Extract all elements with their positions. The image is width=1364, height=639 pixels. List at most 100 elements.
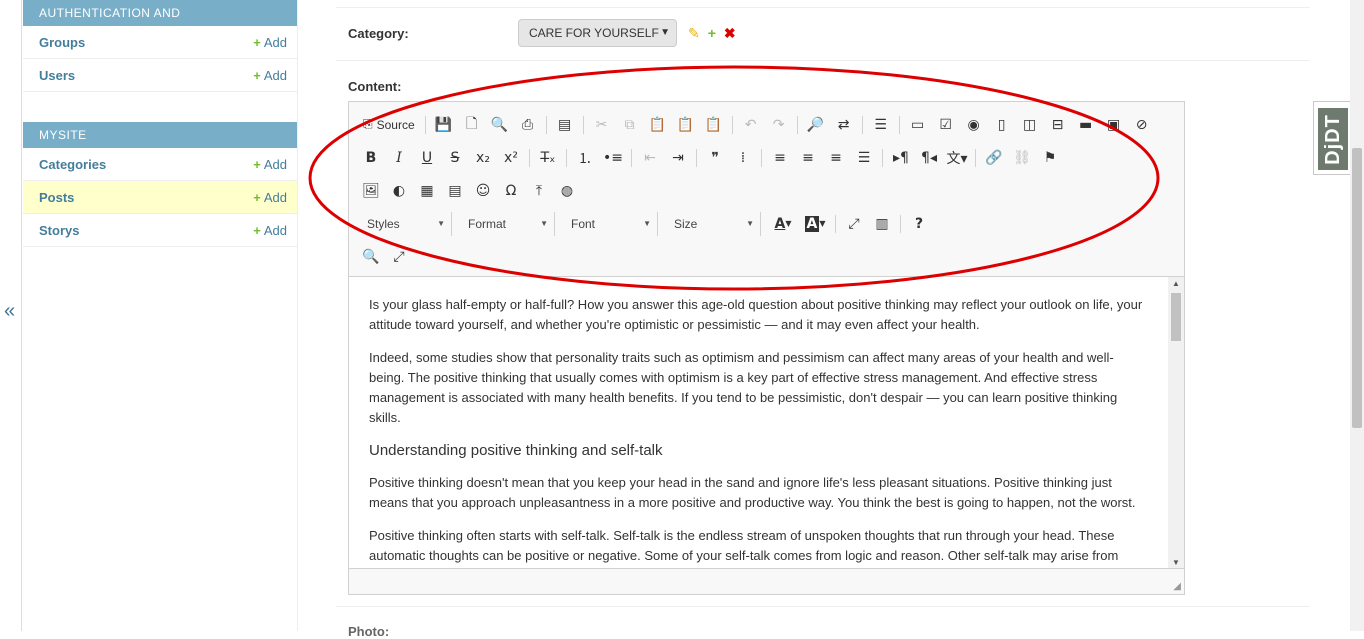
new-page-icon[interactable]: 🗋 [458,113,486,137]
select-all-icon[interactable]: ☰ [867,113,895,137]
find-icon[interactable]: 🔎 [802,113,830,137]
model-link-categories[interactable]: Categories [39,157,106,172]
justify-icon[interactable]: ☰ [850,146,878,170]
select-field-icon[interactable]: ⊟ [1044,113,1072,137]
print-icon[interactable]: ⎙ [514,113,542,137]
bg-color-button[interactable]: A ▼ [799,212,831,236]
flash-icon[interactable]: ◐ [385,179,413,203]
unlink-icon[interactable]: ⛓ [1008,146,1036,170]
add-groups-link[interactable]: + Add [253,35,287,50]
indent-icon[interactable]: ⇥ [664,146,692,170]
pencil-icon[interactable]: ✎ [688,25,700,41]
add-related-icon[interactable]: + [708,25,716,41]
hidden-field-icon[interactable]: ⊘ [1128,113,1156,137]
iframe-globe-icon[interactable]: ◍ [553,179,581,203]
undo-icon[interactable]: ↶ [737,113,765,137]
redo-icon[interactable]: ↷ [765,113,793,137]
text-color-button[interactable]: A ▼ [767,212,799,236]
strike-icon[interactable]: S [441,146,469,170]
sidebar-collapse-toggle[interactable]: « [0,0,22,631]
outdent-icon[interactable]: ⇤ [636,146,664,170]
delete-related-icon[interactable]: ✖ [724,25,736,41]
maximize-icon[interactable]: ⤢ [840,212,868,236]
page-scrollbar[interactable] [1350,0,1364,631]
help-button[interactable]: ? [905,212,933,236]
format-combo[interactable]: Format ▼ [458,211,555,236]
editor-scrollbar[interactable]: ▲ ▼ [1168,277,1184,568]
bold-icon[interactable]: B [357,146,385,170]
scrollbar-thumb[interactable] [1171,293,1181,341]
cut-icon[interactable]: ✂ [588,113,616,137]
model-link-posts[interactable]: Posts [39,190,74,205]
add-users-link[interactable]: + Add [253,68,287,83]
plus-icon: + [253,189,261,205]
paste-word-icon[interactable]: 📋 [700,113,728,137]
superscript-icon[interactable]: x² [497,146,525,170]
model-link-users[interactable]: Users [39,68,75,83]
save-icon[interactable]: 💾 [430,113,458,137]
editor-content[interactable]: Is your glass half-empty or half-full? H… [369,295,1149,568]
page-break-icon[interactable]: ⤒ [525,179,553,203]
app-caption-auth[interactable]: AUTHENTICATION AND AUTHORIZATION [23,0,297,46]
table-icon[interactable]: ▦ [413,179,441,203]
add-storys-link[interactable]: + Add [253,223,287,238]
styles-combo[interactable]: Styles ▼ [357,211,452,236]
remove-format-icon[interactable]: T̶ₓ [534,146,562,170]
add-categories-link[interactable]: + Add [253,157,287,172]
maximize-icon[interactable]: ⤢ [385,245,413,269]
underline-icon[interactable]: U [413,146,441,170]
category-select[interactable]: CARE FOR YOURSELF ▼ [518,19,677,47]
scroll-down-icon[interactable]: ▼ [1168,558,1184,567]
align-left-icon[interactable]: ≡ [766,146,794,170]
rtl-icon[interactable]: ¶◂ [915,146,943,170]
image-button-icon[interactable]: ▣ [1100,113,1128,137]
templates-icon[interactable]: ▤ [551,113,579,137]
image-icon[interactable]: 🖼 [357,179,385,203]
font-combo[interactable]: Font ▼ [561,211,658,236]
checkbox-icon[interactable]: ☑ [932,113,960,137]
model-link-storys[interactable]: Storys [39,223,79,238]
subscript-icon[interactable]: x₂ [469,146,497,170]
scroll-up-icon[interactable]: ▲ [1168,279,1184,288]
button-icon[interactable]: ▬ [1072,113,1100,137]
resize-handle-icon[interactable]: ◢ [1173,581,1181,592]
align-center-icon[interactable]: ≡ [794,146,822,170]
italic-icon[interactable]: I [385,146,413,170]
preview-icon[interactable]: 🔍 [357,245,385,269]
page-scrollbar-thumb[interactable] [1352,148,1362,428]
paste-text-icon[interactable]: 📋 [672,113,700,137]
blockquote-icon[interactable]: ❞ [701,146,729,170]
anchor-flag-icon[interactable]: ⚑ [1036,146,1064,170]
numbered-list-icon[interactable]: ⒈ [571,146,599,170]
ltr-icon[interactable]: ▸¶ [887,146,915,170]
form-icon[interactable]: ▭ [904,113,932,137]
language-icon[interactable]: 文▾ [943,146,971,170]
size-combo[interactable]: Size ▼ [664,211,761,236]
add-posts-link[interactable]: + Add [253,190,287,205]
text-field-icon[interactable]: ▯ [988,113,1016,137]
smiley-icon[interactable]: ☺ [469,179,497,203]
radio-icon[interactable]: ◉ [960,113,988,137]
editor-content-area[interactable]: Is your glass half-empty or half-full? H… [349,276,1184,568]
chevron-down-icon: ▼ [437,219,445,228]
source-button[interactable]: ⎘ Source [357,113,421,137]
copy-icon[interactable]: ⧉ [616,113,644,137]
replace-icon[interactable]: ⇄ [830,113,858,137]
horizontal-rule-icon[interactable]: ▤ [441,179,469,203]
textarea-icon[interactable]: ◫ [1016,113,1044,137]
bulleted-list-icon[interactable]: •≡ [599,146,627,170]
model-link-groups[interactable]: Groups [39,35,85,50]
chevron-down-icon: ▼ [819,219,826,228]
paste-icon[interactable]: 📋 [644,113,672,137]
collapse-icon[interactable]: « [4,300,15,323]
link-icon[interactable]: 🔗 [980,146,1008,170]
special-char-icon[interactable]: Ω [497,179,525,203]
preview-icon[interactable]: 🔍 [486,113,514,137]
div-container-icon[interactable]: ⁞ [729,146,757,170]
show-blocks-icon[interactable]: ▥ [868,212,896,236]
app-caption-mysite[interactable]: MYSITE [23,122,297,148]
django-debug-toolbar-handle[interactable]: DjDT [1313,101,1351,175]
align-right-icon[interactable]: ≡ [822,146,850,170]
djdt-label: DjDT [1321,113,1344,165]
sidebar-item-posts: Posts + Add [23,181,297,214]
